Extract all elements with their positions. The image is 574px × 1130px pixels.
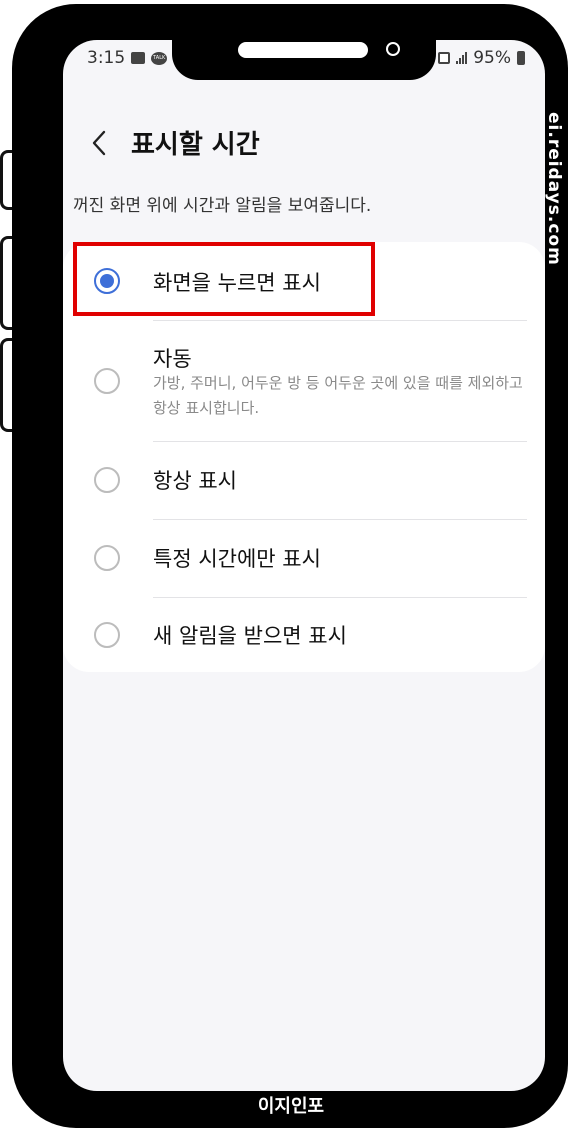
option-label: 특정 시간에만 표시 <box>153 547 321 571</box>
radio-unselected-icon[interactable] <box>94 622 120 648</box>
status-bar-left: 3:15 TALK <box>87 48 168 68</box>
camera-icon <box>386 42 400 56</box>
speaker-grill <box>238 42 368 58</box>
option-label: 화면을 누르면 표시 <box>153 271 321 295</box>
option-new-notification[interactable]: 새 알림을 받으면 표시 <box>63 598 545 672</box>
radio-selected-icon[interactable] <box>94 268 120 294</box>
option-tap-to-show[interactable]: 화면을 누르면 표시 <box>63 242 545 320</box>
signal-icon <box>456 52 468 64</box>
page-description: 꺼진 화면 위에 시간과 알림을 보여줍니다. <box>73 196 372 216</box>
option-label: 새 알림을 받으면 표시 <box>153 624 347 648</box>
gallery-icon <box>131 52 146 64</box>
stage: 3:15 TALK 95% 표시할 시간 꺼진 화면 위에 시간과 알림을 보여… <box>0 0 574 1130</box>
option-label: 자동 <box>153 347 192 371</box>
option-label: 항상 표시 <box>153 469 237 493</box>
phone-frame: 3:15 TALK 95% 표시할 시간 꺼진 화면 위에 시간과 알림을 보여… <box>12 4 568 1128</box>
battery-percent: 95% <box>473 48 511 68</box>
status-bar-right: 95% <box>438 48 525 68</box>
option-auto[interactable]: 자동 가방, 주머니, 어두운 방 등 어두운 곳에 있을 때를 제외하고 항상… <box>63 321 545 441</box>
option-scheduled[interactable]: 특정 시간에만 표시 <box>63 520 545 597</box>
watermark-bottom: 이지인포 <box>257 1096 325 1117</box>
nfc-icon <box>438 52 451 64</box>
status-time: 3:15 <box>87 48 126 68</box>
watermark-side: ei.reidays.com <box>544 112 564 266</box>
kakaotalk-icon: TALK <box>151 51 168 65</box>
radio-unselected-icon[interactable] <box>94 368 120 394</box>
battery-icon <box>517 51 525 65</box>
options-card: 화면을 누르면 표시 자동 가방, 주머니, 어두운 방 등 어두운 곳에 있을… <box>63 242 545 672</box>
notch <box>172 26 436 80</box>
page-title: 표시할 시간 <box>131 130 260 160</box>
radio-unselected-icon[interactable] <box>94 545 120 571</box>
chevron-left-icon[interactable] <box>85 128 115 158</box>
screen: 3:15 TALK 95% 표시할 시간 꺼진 화면 위에 시간과 알림을 보여… <box>63 40 545 1091</box>
option-always[interactable]: 항상 표시 <box>63 442 545 519</box>
option-description: 가방, 주머니, 어두운 방 등 어두운 곳에 있을 때를 제외하고 항상 표시… <box>153 374 523 417</box>
radio-unselected-icon[interactable] <box>94 467 120 493</box>
